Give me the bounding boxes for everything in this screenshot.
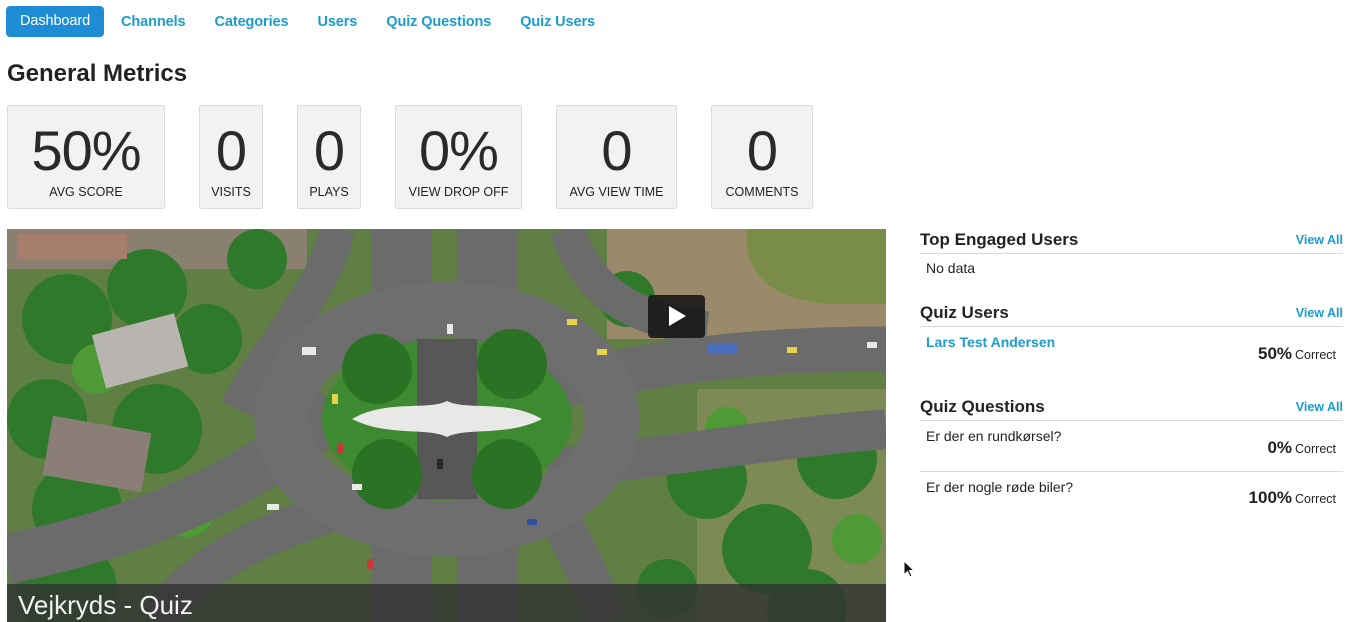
- quiz-question-text: Er der nogle røde biler?: [926, 479, 1074, 495]
- metric-plays: 0 PLAYS: [297, 105, 361, 209]
- quiz-users-header: Quiz Users View All: [920, 303, 1343, 327]
- metric-label: AVG VIEW TIME: [569, 185, 664, 199]
- quiz-user-score: 50% Correct: [1258, 344, 1336, 364]
- video-player[interactable]: [7, 229, 886, 622]
- metric-value: 0%: [419, 119, 499, 182]
- score-suffix: Correct: [1295, 442, 1336, 456]
- metric-label: COMMENTS: [725, 185, 799, 199]
- top-engaged-users-header: Top Engaged Users View All: [920, 230, 1343, 254]
- video-title: Vejkryds - Quiz: [18, 590, 193, 620]
- quiz-user-link[interactable]: Lars Test Andersen: [926, 334, 1055, 350]
- metric-visits: 0 VISITS: [199, 105, 263, 209]
- metric-value: 0: [313, 119, 345, 182]
- quiz-question-score: 0% Correct: [1267, 438, 1336, 458]
- metric-label: VIEW DROP OFF: [408, 185, 509, 199]
- metric-value: 0: [215, 119, 247, 182]
- tab-quiz-questions[interactable]: Quiz Questions: [386, 14, 491, 30]
- score-suffix: Correct: [1295, 492, 1336, 506]
- score-suffix: Correct: [1295, 348, 1336, 362]
- metric-label: PLAYS: [309, 185, 349, 199]
- score-value: 100%: [1248, 488, 1293, 507]
- view-all-quiz-questions-link[interactable]: View All: [1296, 400, 1343, 414]
- quiz-question-score: 100% Correct: [1249, 488, 1336, 508]
- play-icon: [669, 306, 686, 326]
- metric-avg-view-time: 0 AVG VIEW TIME: [556, 105, 677, 209]
- divider: [920, 471, 1343, 472]
- metric-view-drop-off: 0% VIEW DROP OFF: [395, 105, 522, 209]
- metric-label: AVG SCORE: [49, 185, 123, 199]
- empty-state-text: No data: [926, 260, 976, 276]
- metric-avg-score: 50% AVG SCORE: [7, 105, 165, 209]
- quiz-question-text: Er der en rundkørsel?: [926, 428, 1062, 444]
- score-value: 50%: [1257, 344, 1293, 363]
- tab-categories[interactable]: Categories: [215, 14, 289, 30]
- section-title: Quiz Questions: [920, 397, 1045, 416]
- video-caption: Vejkryds - Quiz: [7, 584, 886, 622]
- score-value: 0%: [1267, 438, 1293, 457]
- tab-dashboard[interactable]: Dashboard: [6, 6, 105, 37]
- metric-label: VISITS: [211, 185, 251, 199]
- metric-value: 0: [601, 119, 632, 182]
- tab-users[interactable]: Users: [317, 14, 357, 30]
- play-button[interactable]: [648, 295, 705, 338]
- page-title: General Metrics: [7, 60, 188, 87]
- section-title: Top Engaged Users: [920, 230, 1079, 249]
- video-thumbnail: [7, 229, 886, 622]
- tab-channels[interactable]: Channels: [121, 14, 186, 30]
- view-all-quiz-users-link[interactable]: View All: [1296, 306, 1343, 320]
- quiz-questions-header: Quiz Questions View All: [920, 397, 1343, 421]
- view-all-top-engaged-users-link[interactable]: View All: [1296, 233, 1343, 247]
- tab-quiz-users[interactable]: Quiz Users: [520, 14, 595, 30]
- mouse-cursor-icon: [903, 560, 916, 578]
- metric-value: 50%: [31, 119, 141, 182]
- metric-comments: 0 COMMENTS: [711, 105, 813, 209]
- metric-value: 0: [746, 119, 778, 182]
- section-title: Quiz Users: [920, 303, 1009, 322]
- top-nav: Dashboard Channels Categories Users Quiz…: [6, 6, 624, 37]
